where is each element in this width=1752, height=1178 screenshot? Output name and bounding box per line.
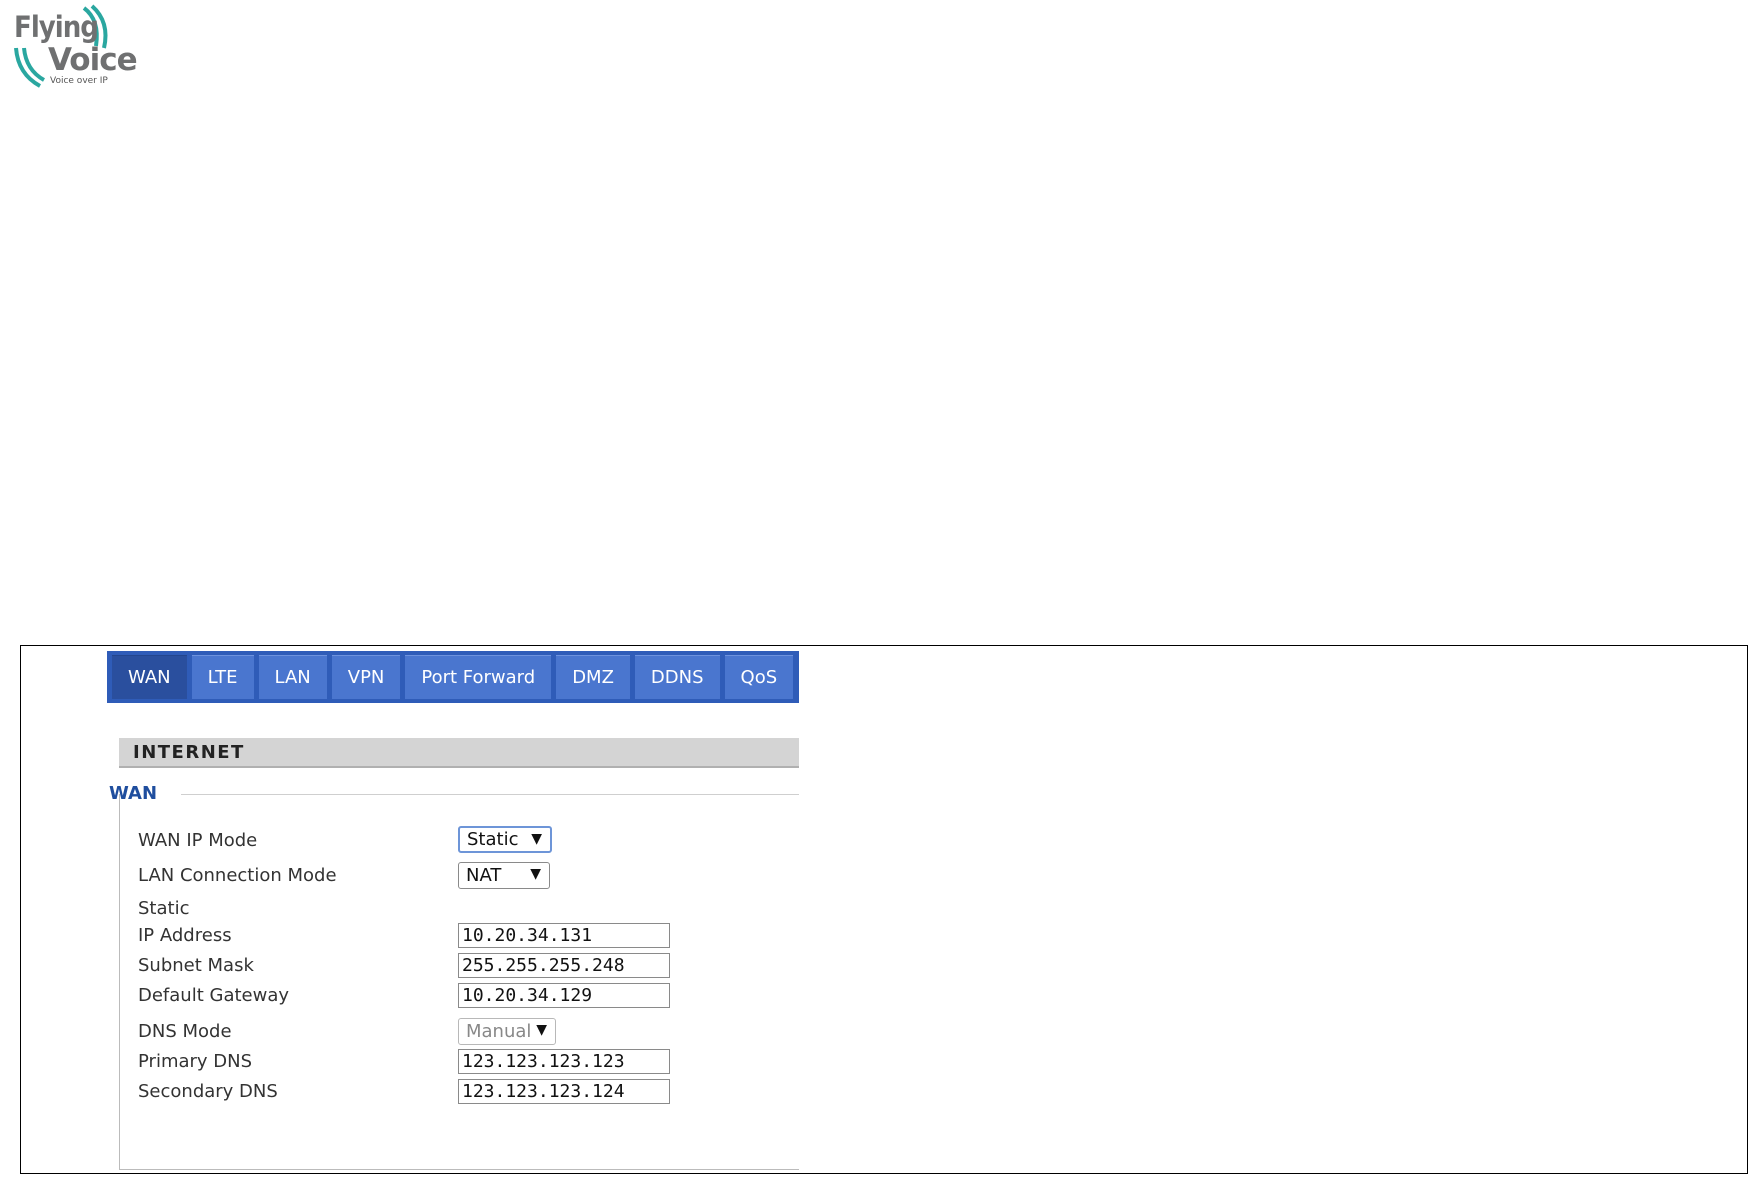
wan-ip-mode-value: Static xyxy=(467,829,519,850)
logo-tagline: Voice over IP xyxy=(50,76,108,86)
section-title: INTERNET xyxy=(133,742,245,763)
wan-ip-mode-select[interactable]: Static ▼ xyxy=(458,826,552,853)
fieldset-top-border xyxy=(181,794,799,795)
lan-connection-mode-select[interactable]: NAT ▼ xyxy=(458,862,550,889)
logo-text-voice: Voice xyxy=(48,42,138,78)
default-gateway-input[interactable]: 10.20.34.129 xyxy=(458,983,670,1008)
default-gateway-label: Default Gateway xyxy=(138,985,290,1006)
section-header: INTERNET xyxy=(119,738,799,768)
tab-lte[interactable]: LTE xyxy=(191,655,254,699)
tab-wan[interactable]: WAN xyxy=(112,655,187,699)
dropdown-arrow-icon: ▼ xyxy=(531,831,542,847)
tab-ddns[interactable]: DDNS xyxy=(634,655,720,699)
tab-vpn[interactable]: VPN xyxy=(331,655,401,699)
primary-dns-input[interactable]: 123.123.123.123 xyxy=(458,1049,670,1074)
static-heading: Static xyxy=(138,898,190,919)
dropdown-arrow-icon: ▼ xyxy=(530,866,541,882)
screenshot-frame: WAN LTE LAN VPN Port Forward DMZ DDNS Qo… xyxy=(20,645,1748,1174)
wan-ip-mode-label: WAN IP Mode xyxy=(138,830,258,851)
fieldset-left-border xyxy=(119,794,120,1170)
secondary-dns-label: Secondary DNS xyxy=(138,1081,278,1102)
dns-mode-label: DNS Mode xyxy=(138,1021,232,1042)
logo-text-flying: Flying xyxy=(14,10,99,44)
flying-voice-logo: Flying Voice Voice over IP xyxy=(10,4,138,92)
tab-dmz[interactable]: DMZ xyxy=(556,655,630,699)
tab-port-forward[interactable]: Port Forward xyxy=(405,655,552,699)
lan-connection-mode-label: LAN Connection Mode xyxy=(138,865,337,886)
subnet-mask-label: Subnet Mask xyxy=(138,955,254,976)
ip-address-input[interactable]: 10.20.34.131 xyxy=(458,923,670,948)
subnet-mask-input[interactable]: 255.255.255.248 xyxy=(458,953,670,978)
dns-mode-select[interactable]: Manual ▼ xyxy=(458,1018,556,1045)
fieldset-bottom-border xyxy=(119,1169,799,1170)
secondary-dns-input[interactable]: 123.123.123.124 xyxy=(458,1079,670,1104)
ip-address-label: IP Address xyxy=(138,925,232,946)
primary-dns-label: Primary DNS xyxy=(138,1051,253,1072)
lan-connection-mode-value: NAT xyxy=(466,865,502,886)
dropdown-arrow-icon: ▼ xyxy=(536,1022,547,1038)
dns-mode-value: Manual xyxy=(466,1021,532,1042)
wan-fieldset-legend: WAN xyxy=(109,783,158,804)
tab-qos[interactable]: QoS xyxy=(724,655,794,699)
top-tab-bar: WAN LTE LAN VPN Port Forward DMZ DDNS Qo… xyxy=(107,651,799,703)
tab-lan[interactable]: LAN xyxy=(258,655,327,699)
